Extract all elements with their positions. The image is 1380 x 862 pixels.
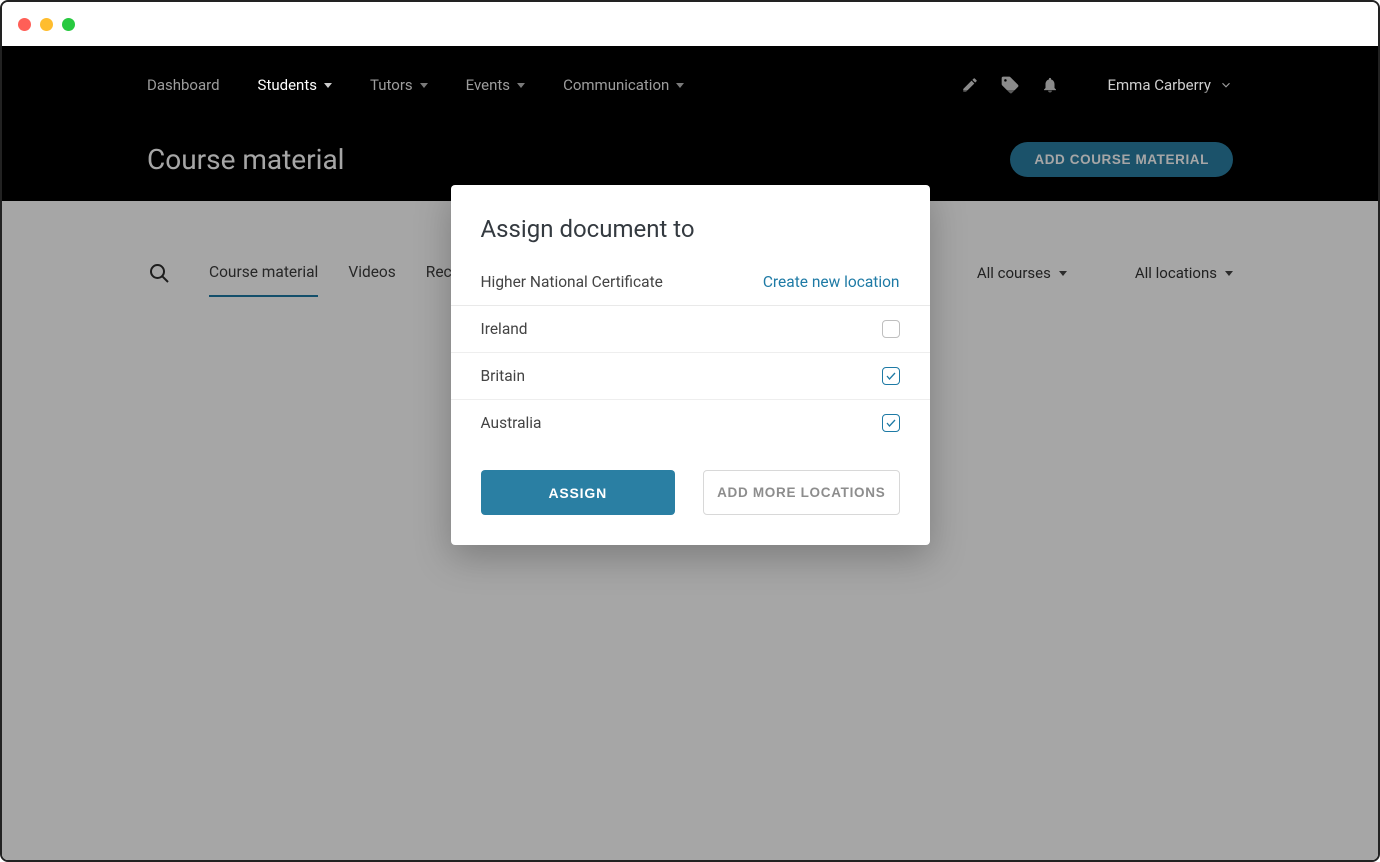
- modal-subtitle: Higher National Certificate: [481, 273, 663, 291]
- window-minimize-icon[interactable]: [40, 18, 53, 31]
- location-row-australia[interactable]: Australia: [451, 400, 930, 446]
- modal-title: Assign document to: [481, 215, 900, 243]
- location-row-britain[interactable]: Britain: [451, 353, 930, 400]
- modal-actions: ASSIGN ADD MORE LOCATIONS: [481, 470, 900, 515]
- chevron-down-icon: [324, 83, 332, 88]
- assign-document-modal: Assign document to Higher National Certi…: [451, 185, 930, 545]
- chevron-down-icon: [420, 83, 428, 88]
- modal-overlay[interactable]: Assign document to Higher National Certi…: [2, 90, 1378, 860]
- modal-subheader: Higher National Certificate Create new l…: [451, 273, 930, 306]
- location-list: Ireland Britain Australia: [451, 306, 930, 446]
- location-name: Australia: [481, 414, 542, 432]
- window-titlebar: [2, 2, 1378, 46]
- create-new-location-link[interactable]: Create new location: [763, 273, 900, 291]
- location-name: Ireland: [481, 320, 528, 338]
- assign-button[interactable]: ASSIGN: [481, 470, 676, 515]
- location-name: Britain: [481, 367, 526, 385]
- checkbox-checked-icon[interactable]: [882, 414, 900, 432]
- browser-window: Dashboard Students Tutors Events Communi…: [0, 0, 1380, 862]
- chevron-down-icon: [517, 83, 525, 88]
- add-more-locations-button[interactable]: ADD MORE LOCATIONS: [703, 470, 900, 515]
- checkbox-checked-icon[interactable]: [882, 367, 900, 385]
- chevron-down-icon: [676, 83, 684, 88]
- window-maximize-icon[interactable]: [62, 18, 75, 31]
- app-body: Dashboard Students Tutors Events Communi…: [2, 46, 1378, 860]
- window-close-icon[interactable]: [18, 18, 31, 31]
- location-row-ireland[interactable]: Ireland: [451, 306, 930, 353]
- checkbox-unchecked-icon[interactable]: [882, 320, 900, 338]
